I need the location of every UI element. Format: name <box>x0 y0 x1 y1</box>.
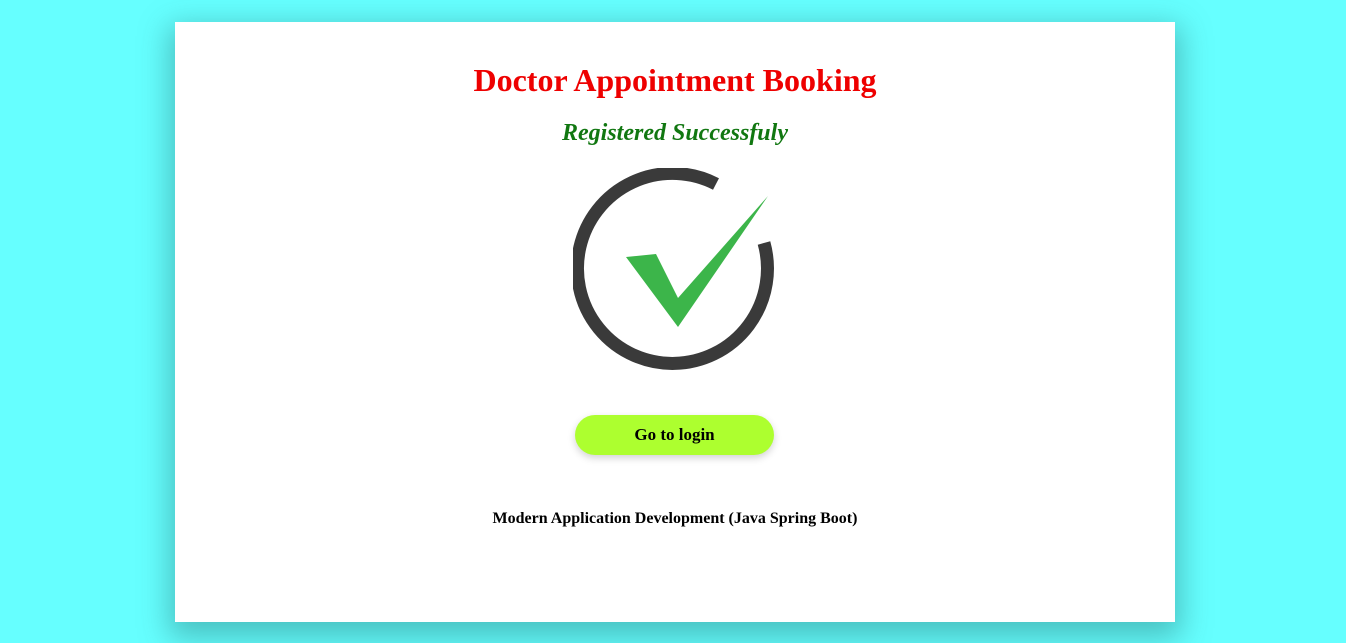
go-to-login-button[interactable]: Go to login <box>575 415 774 455</box>
footer-text: Modern Application Development (Java Spr… <box>492 510 858 527</box>
registration-success-card: Doctor Appointment Booking Registered Su… <box>175 22 1175 622</box>
checkmark-circle-icon <box>573 168 774 370</box>
success-message: Registered Successfuly <box>562 120 788 146</box>
page-title: Doctor Appointment Booking <box>473 62 877 98</box>
